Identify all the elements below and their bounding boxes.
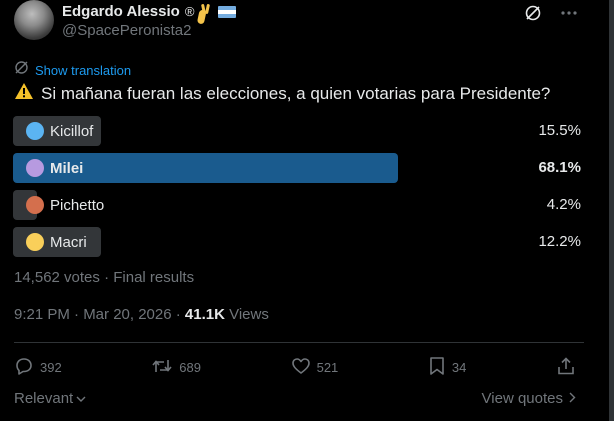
tweet-text: Si mañana fueran las elecciones, a quien…: [14, 82, 550, 105]
sort-label: Relevant: [14, 390, 74, 407]
divider: [14, 342, 584, 343]
tweet-meta: 9:21 PM · Mar 20, 2026 · 41.1K Views: [14, 306, 269, 323]
poll-option-percent: 15.5%: [538, 122, 581, 139]
poll-question: Si mañana fueran las elecciones, a quien…: [41, 83, 551, 103]
heart-icon: [291, 356, 311, 379]
repost-icon: [151, 356, 173, 379]
poll-option-milei: Milei 68.1%: [13, 153, 581, 183]
poll: Kicillof 15.5% Milei 68.1% Pichetto 4.2% Macri…: [13, 116, 581, 264]
option-avatar-dot: [26, 196, 44, 214]
author-name[interactable]: Edgardo Alessio: [62, 3, 180, 20]
grok-icon[interactable]: [524, 4, 542, 22]
show-translation[interactable]: Show translation: [14, 60, 131, 80]
warning-icon: [14, 82, 34, 105]
like-button[interactable]: 521: [291, 356, 339, 379]
poll-option-label: Macri: [50, 233, 87, 251]
action-bar: 392 689 521 34: [14, 356, 576, 379]
argentina-flag-icon: [218, 5, 237, 18]
more-options-icon[interactable]: [560, 10, 578, 16]
bookmark-button[interactable]: 34: [428, 356, 466, 379]
registered-mark: ®: [184, 4, 195, 19]
victory-hand-icon: [199, 4, 213, 20]
repost-count: 689: [179, 360, 201, 375]
share-icon: [556, 356, 576, 379]
repost-button[interactable]: 689: [151, 356, 201, 379]
author-handle[interactable]: @SpacePeronista2: [62, 22, 191, 39]
poll-votes-status: 14,562 votes · Final results: [14, 269, 195, 286]
poll-option-percent: 12.2%: [538, 233, 581, 250]
reply-button[interactable]: 392: [14, 356, 62, 379]
bookmark-count: 34: [451, 360, 467, 375]
chevron-down-icon: [76, 390, 86, 407]
poll-option-label: Kicillof: [50, 122, 94, 140]
poll-option-label-group: Kicillof: [26, 116, 93, 146]
avatar[interactable]: [14, 0, 54, 40]
poll-option-label-group: Pichetto: [26, 190, 104, 220]
share-button[interactable]: [556, 356, 576, 379]
sort-dropdown[interactable]: Relevant: [14, 390, 86, 407]
poll-option-kicillof: Kicillof 15.5%: [13, 116, 581, 146]
poll-option-label: Pichetto: [50, 196, 105, 214]
views-label: Views: [224, 306, 269, 323]
poll-option-label-group: Milei: [26, 153, 83, 183]
flag-stripe-bottom: [218, 13, 237, 18]
top-actions: [524, 4, 578, 22]
option-avatar-dot: [26, 233, 44, 251]
reply-count: 392: [40, 360, 62, 375]
author-name-row: Edgardo Alessio ®: [62, 3, 237, 20]
poll-option-macri: Macri 12.2%: [13, 227, 581, 257]
show-translation-link[interactable]: Show translation: [35, 63, 131, 78]
bookmark-icon: [428, 356, 446, 379]
option-avatar-dot: [26, 122, 44, 140]
view-quotes-link[interactable]: View quotes: [482, 390, 576, 407]
translate-icon: [14, 60, 29, 80]
like-count: 521: [316, 360, 339, 375]
option-avatar-dot: [26, 159, 44, 177]
poll-option-percent: 4.2%: [546, 196, 581, 213]
poll-option-percent: 68.1%: [538, 159, 581, 176]
chevron-right-icon: [569, 390, 576, 407]
tweet-timestamp[interactable]: 9:21 PM · Mar 20, 2026 ·: [14, 306, 185, 323]
views-count: 41.1K: [184, 306, 225, 323]
reply-icon: [14, 356, 34, 379]
poll-option-pichetto: Pichetto 4.2%: [13, 190, 581, 220]
poll-option-label: Milei: [50, 159, 84, 177]
view-quotes-label: View quotes: [481, 390, 563, 407]
poll-option-label-group: Macri: [26, 227, 87, 257]
scrollbar-track[interactable]: [609, 0, 614, 421]
